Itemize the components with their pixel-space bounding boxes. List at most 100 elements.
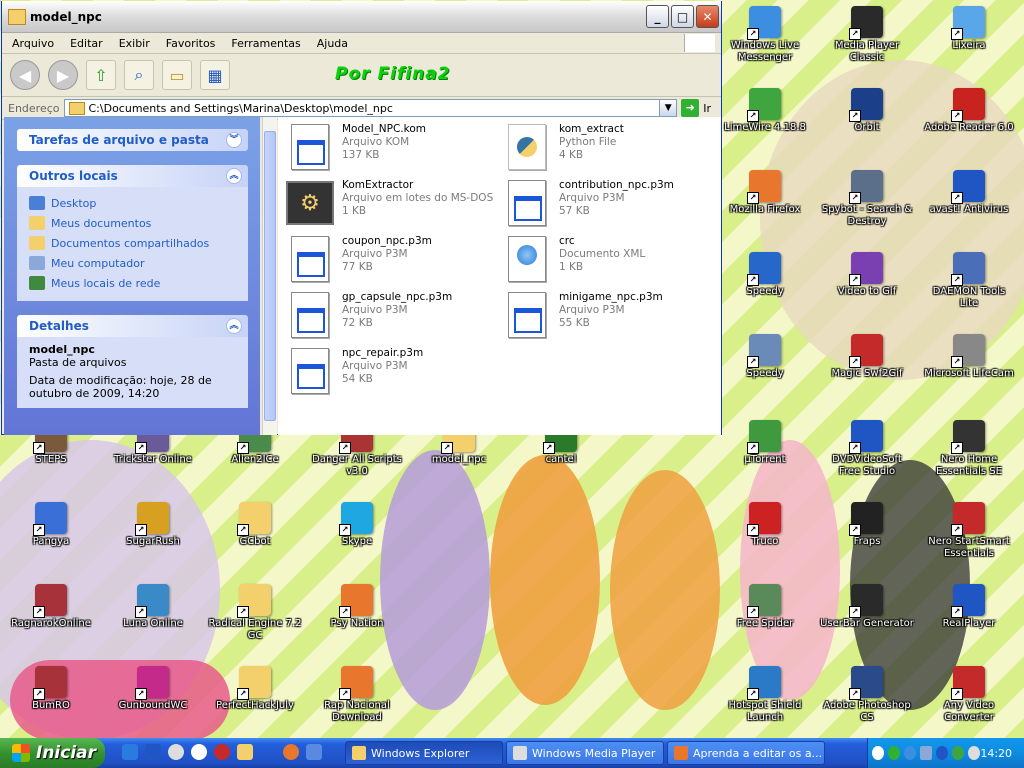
menu-editar[interactable]: Editar [64, 37, 109, 50]
tasks-panel-header[interactable]: Tarefas de arquivo e pasta ︾ [17, 129, 248, 151]
file-item[interactable]: contribution_npc.p3m Arquivo P3M 57 KB [503, 179, 713, 231]
places-link[interactable]: Documentos compartilhados [29, 233, 236, 253]
menu-favoritos[interactable]: Favoritos [160, 37, 222, 50]
desktop-icon[interactable]: ↗ avast! Antivirus [922, 170, 1016, 216]
menu-ajuda[interactable]: Ajuda [311, 37, 354, 50]
clock-quicklaunch-icon[interactable] [237, 744, 253, 760]
desktop-icon[interactable]: ↗ LimeWire 4.18.8 [718, 88, 812, 134]
menu-arquivo[interactable]: Arquivo [6, 37, 60, 50]
media-player-quicklaunch-icon[interactable] [168, 744, 184, 760]
tray-app-icon[interactable] [888, 746, 901, 760]
minimize-button[interactable]: _ [646, 5, 669, 28]
menu-ferramentas[interactable]: Ferramentas [225, 37, 306, 50]
taskbar-button[interactable]: Windows Media Player [506, 741, 664, 765]
desktop-icon[interactable]: ↗ Psy Nation [310, 584, 404, 630]
forward-button[interactable]: ▶ [48, 60, 78, 90]
address-dropdown-button[interactable]: ▼ [659, 100, 677, 116]
file-item[interactable]: gp_capsule_npc.p3m Arquivo P3M 72 KB [286, 291, 496, 343]
desktop-icon[interactable]: ↗ Fraps [820, 502, 914, 548]
media-quicklaunch-icon[interactable] [191, 744, 207, 760]
search-button[interactable]: ⌕ [124, 60, 154, 90]
desktop-icon[interactable]: ↗ Any Video Converter [922, 666, 1016, 724]
desktop-icon[interactable]: ↗ RealPlayer [922, 584, 1016, 630]
desktop-icon[interactable]: ↗ Spybot - Search & Destroy [820, 170, 914, 228]
clock[interactable]: 14:20 [980, 747, 1012, 760]
file-item[interactable]: npc_repair.p3m Arquivo P3M 54 KB [286, 347, 496, 399]
tray-network-icon[interactable] [920, 746, 933, 760]
places-link[interactable]: Meu computador [29, 253, 236, 273]
places-link[interactable]: Meus documentos [29, 213, 236, 233]
desktop-icon[interactable]: ↗ Speedy [718, 334, 812, 380]
desktop-icon[interactable]: ↗ Free Spider [718, 584, 812, 630]
desktop-icon[interactable]: ↗ RagnarokOnline [4, 584, 98, 630]
desktop-icon[interactable]: ↗ Adobe Reader 6.0 [922, 88, 1016, 134]
taskbar-button[interactable]: Windows Explorer [345, 741, 503, 765]
views-button[interactable]: ▦ [200, 60, 230, 90]
desktop-icon[interactable]: ↗ Pangya [4, 502, 98, 548]
title-bar[interactable]: model_npc _ □ ✕ [2, 1, 721, 33]
chevron-up-icon[interactable]: ︽ [226, 168, 242, 184]
desktop-icon[interactable]: ↗ UserBar Generator [820, 584, 914, 630]
desktop-icon[interactable]: ↗ GunboundWC [106, 666, 200, 712]
ie-quicklaunch-icon[interactable] [122, 744, 138, 760]
tray-volume-icon[interactable] [968, 746, 981, 760]
desktop-icon[interactable]: ↗ DVDVideoSoft Free Studio [820, 420, 914, 478]
tray-app-icon[interactable] [904, 746, 917, 760]
desktop-icon[interactable]: ↗ Adobe Photoshop CS [820, 666, 914, 724]
scrollbar-thumb[interactable] [264, 131, 276, 421]
folders-button[interactable]: ▭ [162, 60, 192, 90]
places-link[interactable]: Meus locais de rede [29, 273, 236, 293]
tray-check-icon[interactable] [952, 746, 965, 760]
places-panel-header[interactable]: Outros locais ︽ [17, 165, 248, 187]
tray-app-icon[interactable] [936, 746, 949, 760]
desktop-icon[interactable]: ↗ Rap Nacional Download [310, 666, 404, 724]
file-item[interactable]: coupon_npc.p3m Arquivo P3M 77 KB [286, 235, 496, 287]
desktop-icon[interactable]: ↗ µTorrent [718, 420, 812, 466]
desktop-icon[interactable]: ↗ Nero StartSmart Essentials [922, 502, 1016, 560]
file-item[interactable]: minigame_npc.p3m Arquivo P3M 55 KB [503, 291, 713, 343]
desktop-icon[interactable]: ↗ Nero Home Essentials SE [922, 420, 1016, 478]
tray-arrow-icon[interactable] [872, 746, 885, 760]
desktop-icon[interactable]: ↗ PerfectHackJuly [208, 666, 302, 712]
file-item[interactable]: ⚙ KomExtractor Arquivo em lotes do MS-DOS 1… [286, 179, 496, 231]
address-input[interactable]: C:\Documents and Settings\Marina\Desktop… [63, 99, 678, 117]
file-item[interactable]: crc Documento XML 1 KB [503, 235, 713, 287]
firefox-quicklaunch-icon[interactable] [283, 744, 299, 760]
file-item[interactable]: kom_extract Python File 4 KB [503, 123, 713, 175]
desktop-icon[interactable]: ↗ Radical Engine 7.2 GC [208, 584, 302, 642]
desktop-icon[interactable]: ↗ GCbot [208, 502, 302, 548]
quicklaunch-more-icon[interactable] [306, 744, 322, 760]
start-button[interactable]: Iniciar [0, 738, 105, 768]
desktop-icon[interactable]: ↗ Orbit [820, 88, 914, 134]
taskbar-button[interactable]: Aprenda a editar os a... [667, 741, 825, 765]
desktop-icon[interactable]: ↗ Truco [718, 502, 812, 548]
desktop-icon[interactable]: ↗ Magic Swf2Gif [820, 334, 914, 380]
close-button[interactable]: ✕ [696, 5, 719, 28]
go-arrow-icon[interactable]: ➜ [681, 99, 700, 117]
desktop-icon[interactable]: ↗ Microsoft LifeCam [922, 334, 1016, 380]
maximize-button[interactable]: □ [671, 5, 694, 28]
desktop-icon[interactable]: ↗ Speedy [718, 252, 812, 298]
desktop-icon[interactable]: ↗ Media Player Classic [820, 6, 914, 64]
desktop-icon[interactable]: ↗ Video to Gif [820, 252, 914, 298]
desktop-icon[interactable]: ↗ DAEMON Tools Lite [922, 252, 1016, 310]
file-item[interactable]: Model_NPC.kom Arquivo KOM 137 KB [286, 123, 496, 175]
desktop-icon[interactable]: ↗ Skype [310, 502, 404, 548]
media-quicklaunch-icon[interactable] [214, 744, 230, 760]
desktop-icon[interactable]: ↗ Lixeira [922, 6, 1016, 52]
chevron-up-icon[interactable]: ︽ [226, 318, 242, 334]
menu-exibir[interactable]: Exibir [113, 37, 156, 50]
ie-quicklaunch-icon[interactable] [145, 744, 161, 760]
chevron-down-icon[interactable]: ︾ [226, 132, 242, 148]
desktop-icon[interactable]: ↗ SugarRush [106, 502, 200, 548]
desktop-icon[interactable]: ↗ BumRO [4, 666, 98, 712]
desktop-icon[interactable]: ↗ Luna Online [106, 584, 200, 630]
desktop-icon[interactable]: ↗ Mozilla Firefox [718, 170, 812, 216]
desktop-icon[interactable]: ↗ Hotspot Shield Launch [718, 666, 812, 724]
up-folder-button[interactable]: ⇧ [86, 60, 116, 90]
go-button[interactable]: Ir [703, 102, 711, 115]
back-button[interactable]: ◀ [10, 60, 40, 90]
details-panel-header[interactable]: Detalhes ︽ [17, 315, 248, 337]
desktop-icon[interactable]: ↗ Windows Live Messenger [718, 6, 812, 64]
left-pane-scrollbar[interactable] [262, 117, 277, 435]
